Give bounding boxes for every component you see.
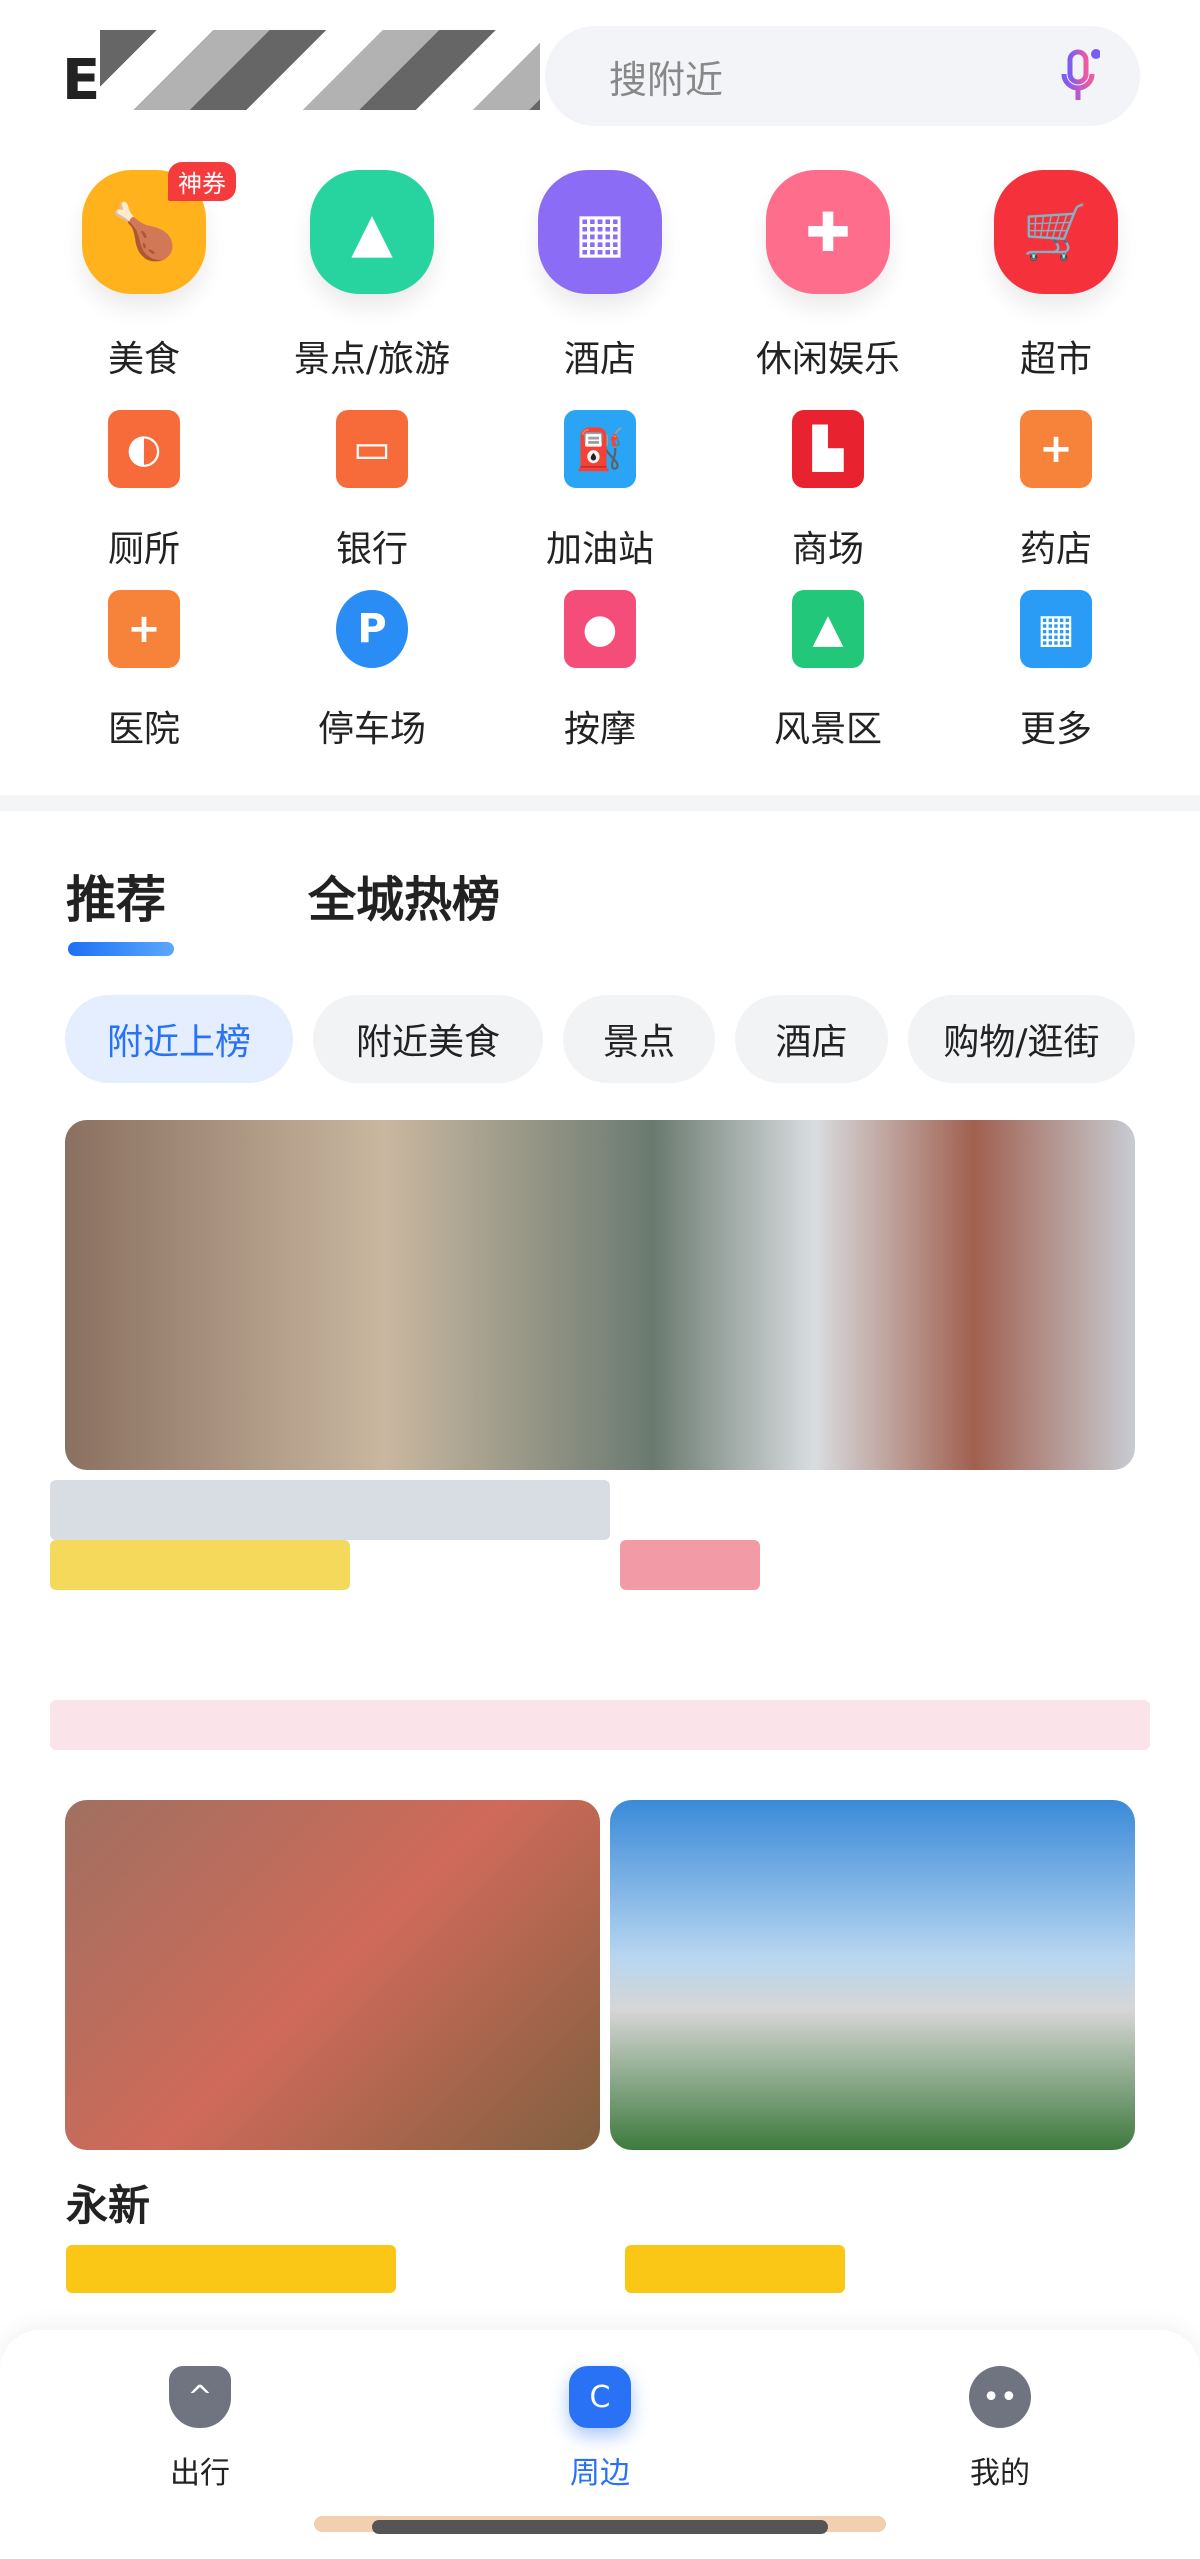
card-rating-3 <box>625 2245 845 2293</box>
chip-scenic[interactable]: 景点 <box>563 995 715 1083</box>
coupon-badge: 神券 <box>168 162 236 201</box>
scenic-icon: ▲ <box>792 590 864 668</box>
tab-city-hot[interactable]: 全城热榜 <box>308 860 500 930</box>
card-image-2[interactable] <box>65 1800 600 2150</box>
active-tab-indicator <box>68 942 174 956</box>
category-label: 美食 <box>107 339 180 380</box>
bank-card-icon: ▭ <box>336 410 408 488</box>
card-title-2[interactable]: 永新 <box>66 2172 150 2233</box>
tab-recommend[interactable]: 推荐 <box>66 860 166 932</box>
chip-hotel[interactable]: 酒店 <box>735 995 888 1083</box>
category-more-grid[interactable]: ▦ 更多 <box>942 590 1170 750</box>
chip-nearby-ranking[interactable]: 附近上榜 <box>65 995 293 1083</box>
home-indicator[interactable] <box>372 2520 828 2534</box>
category-mountain[interactable]: ▲ 景点/旅游 <box>258 170 486 380</box>
category-parking[interactable]: P 停车场 <box>258 590 486 750</box>
search-input[interactable]: 搜附近 <box>545 26 1140 126</box>
category-pharmacy[interactable]: + 药店 <box>942 410 1170 570</box>
microphone-icon[interactable] <box>1060 48 1100 104</box>
massage-icon: ● <box>564 590 636 668</box>
mountain-icon: ▲ <box>310 170 434 294</box>
category-cart[interactable]: 🛒 超市 <box>942 170 1170 380</box>
category-hospital[interactable]: + 医院 <box>30 590 258 750</box>
category-hotel[interactable]: ▦ 酒店 <box>486 170 714 380</box>
category-label: 按摩 <box>563 709 636 750</box>
category-label: 药店 <box>1019 529 1092 570</box>
card-desc-1 <box>50 1700 1150 1750</box>
pixelated-title <box>100 30 540 110</box>
category-scenic[interactable]: ▲ 风景区 <box>714 590 942 750</box>
hospital-icon: + <box>108 590 180 668</box>
nav-profile-label: 我的 <box>970 2456 1030 2491</box>
card-title-1[interactable] <box>50 1480 610 1540</box>
category-label: 停车场 <box>317 709 426 750</box>
category-toilet[interactable]: ◐ 厕所 <box>30 410 258 570</box>
section-divider <box>0 795 1200 811</box>
pharmacy-icon: + <box>1020 410 1092 488</box>
gas-station-icon: ⛽ <box>564 410 636 488</box>
nav-profile[interactable]: •• 我的 <box>900 2366 1100 2492</box>
card-image-1[interactable] <box>65 1120 1135 1470</box>
app-title: E <box>62 48 101 113</box>
category-label: 厕所 <box>107 529 180 570</box>
category-label: 酒店 <box>563 339 636 380</box>
more-grid-icon: ▦ <box>1020 590 1092 668</box>
parking-icon: P <box>336 590 408 668</box>
gamepad-icon: ✚ <box>766 170 890 294</box>
nav-nearby-label: 周边 <box>570 2456 630 2491</box>
category-gas-station[interactable]: ⛽ 加油站 <box>486 410 714 570</box>
profile-icon: •• <box>969 2366 1031 2428</box>
category-label: 景点/旅游 <box>293 339 451 380</box>
cart-icon: 🛒 <box>994 170 1118 294</box>
category-label: 医院 <box>107 709 180 750</box>
category-food[interactable]: 🍗 神券 美食 <box>30 162 258 380</box>
category-gamepad[interactable]: ✚ 休闲娱乐 <box>714 170 942 380</box>
category-label: 商场 <box>791 529 864 570</box>
card-rating-1 <box>50 1540 350 1590</box>
nav-travel[interactable]: ^ 出行 <box>100 2366 300 2492</box>
hotel-icon: ▦ <box>538 170 662 294</box>
category-label: 银行 <box>335 529 408 570</box>
category-bank-card[interactable]: ▭ 银行 <box>258 410 486 570</box>
nav-travel-label: 出行 <box>170 2456 230 2491</box>
category-massage[interactable]: ● 按摩 <box>486 590 714 750</box>
search-placeholder: 搜附近 <box>609 57 724 102</box>
category-mall[interactable]: ▙ 商场 <box>714 410 942 570</box>
mall-icon: ▙ <box>792 410 864 488</box>
category-label: 加油站 <box>545 529 654 570</box>
chip-shopping[interactable]: 购物/逛街 <box>908 995 1135 1083</box>
category-label: 更多 <box>1019 709 1092 750</box>
toilet-icon: ◐ <box>108 410 180 488</box>
chip-nearby-food[interactable]: 附近美食 <box>313 995 543 1083</box>
card-image-3[interactable] <box>610 1800 1135 2150</box>
card-tag-1 <box>620 1540 760 1590</box>
card-rating-2 <box>66 2245 396 2293</box>
nav-nearby[interactable]: C 周边 <box>500 2366 700 2492</box>
category-label: 休闲娱乐 <box>755 339 900 380</box>
category-label: 风景区 <box>773 709 882 750</box>
travel-icon: ^ <box>169 2366 231 2428</box>
category-label: 超市 <box>1019 339 1092 380</box>
nearby-icon: C <box>569 2366 631 2428</box>
